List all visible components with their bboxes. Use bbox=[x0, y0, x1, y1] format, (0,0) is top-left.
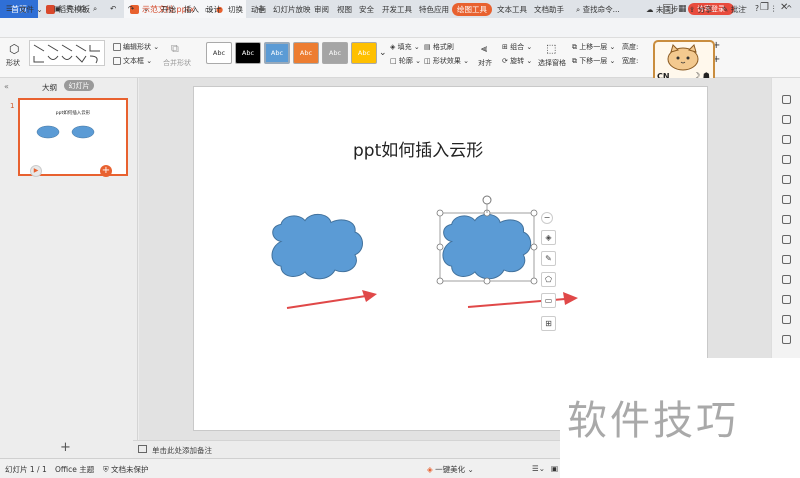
protect-status[interactable]: ⛨ 文档未保护 bbox=[103, 464, 149, 475]
notes-placeholder[interactable]: 单击此处添加备注 bbox=[152, 445, 212, 456]
sidebar-animation-icon[interactable] bbox=[782, 255, 791, 264]
beautify-button[interactable]: ◈ 一键美化 ⌄ bbox=[427, 464, 474, 475]
float-collapse-icon[interactable]: − bbox=[541, 212, 553, 224]
float-pen-icon[interactable]: ✎ bbox=[541, 251, 556, 266]
float-layers-icon[interactable]: ◈ bbox=[541, 230, 556, 245]
notes-toggle-icon[interactable]: ☰⌄ bbox=[532, 464, 545, 473]
normal-view-icon[interactable]: ▣ bbox=[551, 464, 558, 473]
sidebar-transition-icon[interactable] bbox=[782, 275, 791, 284]
sidebar-picture-icon[interactable] bbox=[782, 315, 791, 324]
sidebar-cursor-icon[interactable] bbox=[782, 95, 791, 104]
arrow-1 bbox=[286, 290, 377, 309]
beautify-icon: ◈ bbox=[427, 465, 433, 474]
sidebar-template-icon[interactable] bbox=[782, 295, 791, 304]
rotate-handle-icon[interactable] bbox=[482, 195, 492, 205]
protect-label: 文档未保护 bbox=[111, 465, 149, 474]
sidebar-table-icon[interactable] bbox=[782, 235, 791, 244]
sidebar-video-icon[interactable] bbox=[782, 335, 791, 344]
cloud-shape-2[interactable] bbox=[442, 213, 532, 280]
sidebar-chart-icon[interactable] bbox=[782, 215, 791, 224]
sidebar-shape-icon[interactable] bbox=[782, 115, 791, 124]
cloud-shape-1[interactable] bbox=[271, 213, 363, 280]
float-outline-icon[interactable]: ▭ bbox=[541, 293, 556, 308]
sidebar-image-icon[interactable] bbox=[782, 195, 791, 204]
protect-icon: ⛨ bbox=[103, 465, 109, 474]
float-fill-icon[interactable]: ⬠ bbox=[541, 272, 556, 287]
sidebar-fill-icon[interactable] bbox=[782, 155, 791, 164]
beautify-label: 一键美化 bbox=[435, 465, 466, 474]
float-more-icon[interactable]: ⊞ bbox=[541, 316, 556, 331]
sidebar-text-icon[interactable] bbox=[782, 175, 791, 184]
notes-icon bbox=[138, 445, 147, 453]
sidebar-copy-icon[interactable] bbox=[782, 135, 791, 144]
theme-status[interactable]: Office 主题 bbox=[55, 464, 94, 475]
arrow-2 bbox=[467, 292, 578, 308]
slide-count-status: 幻灯片 1 / 1 bbox=[5, 465, 47, 474]
watermark-text: 软件技巧 bbox=[567, 398, 739, 444]
